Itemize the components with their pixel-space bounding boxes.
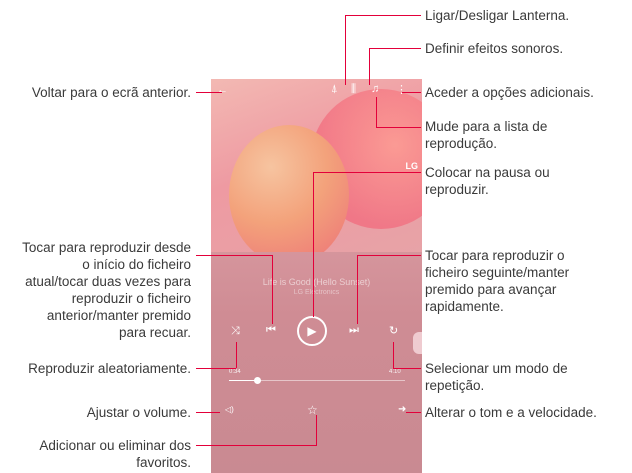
label-lista-line2: reprodução. bbox=[425, 136, 498, 151]
label-inicio-line2: o início do ficheiro bbox=[82, 257, 191, 272]
shuffle-icon[interactable]: ⤨ bbox=[231, 325, 240, 338]
callout-line bbox=[393, 368, 421, 369]
callout-line bbox=[196, 412, 220, 413]
label-seguinte-line1: Tocar para reproduzir o bbox=[425, 248, 565, 263]
callout-line bbox=[272, 255, 273, 324]
label-lanterna: Ligar/Desligar Lanterna. bbox=[425, 8, 570, 23]
callout-line bbox=[196, 445, 316, 446]
label-voltar: Voltar para o ecrã anterior. bbox=[31, 85, 191, 100]
next-track-icon[interactable]: ⏭ bbox=[349, 324, 359, 337]
callout-line bbox=[402, 92, 421, 93]
label-lista-line1: Mude para a lista de bbox=[425, 119, 548, 134]
label-favoritos-line1: Adicionar ou eliminar dos bbox=[39, 438, 191, 453]
label-inicio-line3: atual/tocar duas vezes para bbox=[25, 274, 191, 289]
label-inicio-line5: anterior/manter premido bbox=[46, 308, 191, 323]
callout-line bbox=[196, 368, 236, 369]
elapsed-time: 0:34 bbox=[229, 369, 241, 375]
repeat-mode-icon[interactable]: ↻ bbox=[389, 324, 398, 337]
total-time: 4:10 bbox=[389, 369, 401, 375]
callout-line bbox=[196, 255, 272, 256]
callout-line bbox=[376, 127, 421, 128]
label-efeitos: Definir efeitos sonoros. bbox=[425, 41, 564, 56]
label-inicio-line6: para recuar. bbox=[118, 325, 191, 340]
callout-line bbox=[376, 97, 377, 127]
label-seguinte-line4: rapidamente. bbox=[425, 299, 504, 314]
album-art: LG bbox=[211, 79, 422, 252]
label-repeticao-line2: repetição. bbox=[425, 378, 485, 393]
equalizer-icon[interactable]: ⫼ bbox=[351, 83, 356, 96]
callout-line bbox=[345, 15, 421, 16]
seek-bar-fill bbox=[229, 380, 257, 381]
music-player-screen: LG ← ⍋ ⫼ ♫ ⋮ Life is Good (Hello Sunset)… bbox=[211, 79, 422, 473]
edge-panel-handle[interactable] bbox=[413, 332, 422, 354]
label-seguinte-line2: ficheiro seguinte/manter bbox=[425, 265, 570, 280]
label-opcoes: Aceder a opções adicionais. bbox=[425, 85, 594, 100]
back-arrow-icon[interactable]: ← bbox=[217, 84, 228, 96]
label-pausa-line2: reproduzir. bbox=[425, 182, 489, 197]
pitch-speed-icon[interactable]: ➜ bbox=[398, 404, 406, 415]
previous-track-icon[interactable]: ⏮ bbox=[266, 324, 276, 337]
volume-icon[interactable]: ◁) bbox=[225, 405, 234, 414]
label-inicio-line4: reproduzir o ficheiro bbox=[71, 291, 191, 306]
callout-line bbox=[313, 172, 314, 317]
playlist-icon[interactable]: ♫ bbox=[371, 83, 379, 95]
callout-line bbox=[406, 412, 421, 413]
flashlight-icon[interactable]: ⍋ bbox=[331, 83, 338, 96]
label-favoritos-line2: favoritos. bbox=[136, 455, 191, 470]
callout-line bbox=[357, 255, 358, 324]
callout-line bbox=[196, 92, 222, 93]
label-aleatorio: Reproduzir aleatoriamente. bbox=[28, 361, 191, 376]
callout-line bbox=[236, 342, 237, 368]
label-seguinte-line3: premido para avançar bbox=[425, 282, 557, 297]
song-artist: LG Electronics bbox=[293, 289, 340, 296]
album-art-sun bbox=[229, 125, 349, 252]
song-title: Life is Good (Hello Sunset) bbox=[262, 277, 371, 287]
callout-line bbox=[357, 255, 421, 256]
label-repeticao-line1: Selecionar um modo de bbox=[425, 361, 568, 376]
more-options-icon[interactable]: ⋮ bbox=[396, 83, 407, 96]
callout-line bbox=[345, 15, 346, 85]
callout-line bbox=[369, 48, 370, 85]
label-tom: Alterar o tom e a velocidade. bbox=[425, 405, 597, 420]
label-volume: Ajustar o volume. bbox=[86, 405, 191, 420]
play-pause-button[interactable]: ▶ bbox=[297, 316, 327, 346]
seek-bar-handle[interactable] bbox=[254, 377, 261, 384]
callout-line bbox=[393, 342, 394, 368]
label-pausa-line1: Colocar na pausa ou bbox=[425, 165, 550, 180]
callout-line bbox=[316, 415, 317, 446]
lg-badge: LG bbox=[405, 161, 419, 171]
label-inicio-line1: Tocar para reproduzir desde bbox=[22, 240, 191, 255]
callout-line bbox=[313, 172, 421, 173]
callout-line bbox=[369, 48, 421, 49]
